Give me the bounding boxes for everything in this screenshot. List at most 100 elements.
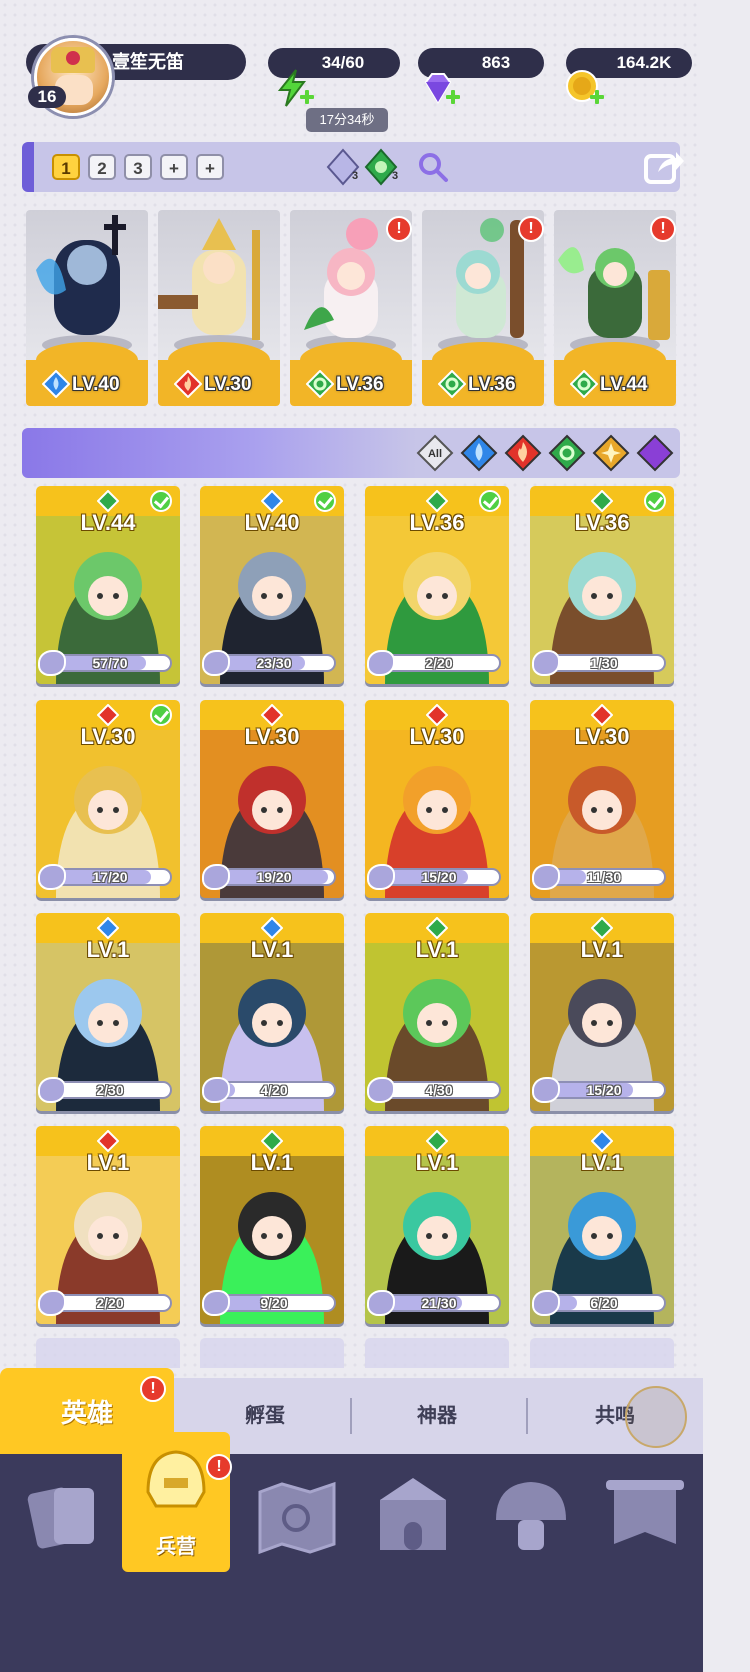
alert-badge: ! — [386, 216, 412, 242]
hero-level: LV.1 — [415, 937, 459, 962]
hero-card[interactable]: LV.36 1/30 — [530, 486, 674, 684]
search-icon[interactable] — [414, 148, 452, 186]
skill-b-count: 3 — [392, 170, 399, 182]
hero-card[interactable]: LV.1 9/20 — [200, 1126, 344, 1324]
tab-hatch[interactable]: 孵蛋 — [190, 1396, 340, 1436]
team-tab-1[interactable]: 1 — [52, 154, 80, 180]
selected-check-icon — [314, 490, 336, 512]
add-gems-icon[interactable] — [446, 90, 460, 104]
filter-water-icon[interactable] — [460, 434, 498, 472]
fire-element-icon — [174, 370, 202, 398]
share-icon[interactable] — [642, 148, 686, 186]
team-hero-card[interactable]: ★★★ LV.44 ! — [554, 210, 676, 406]
hero-card[interactable]: LV.1 2/30 — [36, 913, 180, 1111]
filter-dark-icon[interactable] — [636, 434, 674, 472]
hero-level: LV.36 — [574, 510, 630, 535]
fire-element-icon — [591, 704, 613, 726]
shard-icon — [38, 1290, 66, 1316]
hero-card[interactable]: LV.30 17/20 — [36, 700, 180, 898]
hero-card[interactable]: LV.1 6/20 — [530, 1126, 674, 1324]
filter-fire-icon[interactable] — [504, 434, 542, 472]
add-gold-icon[interactable] — [590, 90, 604, 104]
hero-level: LV.1 — [250, 937, 294, 962]
team-hero-card[interactable]: LV.30 — [158, 210, 280, 406]
shard-icon — [202, 1077, 230, 1103]
hero-card[interactable]: LV.40 23/30 — [200, 486, 344, 684]
add-energy-icon[interactable] — [300, 90, 314, 104]
team-bar: 1 2 3 + + 3 3 — [22, 142, 684, 192]
avatar-crown — [51, 47, 95, 73]
nature-element-icon — [261, 1130, 283, 1152]
nature-element-icon — [426, 1130, 448, 1152]
hero-card[interactable]: LV.44 57/70 — [36, 486, 180, 684]
filter-light-icon[interactable] — [592, 434, 630, 472]
tab-divider — [350, 1398, 352, 1434]
team-hero-card[interactable]: ★ LV.40 — [26, 210, 148, 406]
map-nav-icon[interactable] — [252, 1470, 342, 1560]
hero-level: LV.1 — [250, 1150, 294, 1175]
hero-level: LV.1 — [415, 1150, 459, 1175]
nature-element-icon — [570, 370, 598, 398]
team-tab-2[interactable]: 2 — [88, 154, 116, 180]
tab-heroes-alert: ! — [140, 1376, 166, 1402]
hero-card[interactable]: LV.30 15/20 — [365, 700, 509, 898]
nature-element-icon — [306, 370, 334, 398]
hero-level: LV.30 — [409, 724, 465, 749]
player-name: 壹笙无笛 — [112, 52, 184, 72]
tab-artifact[interactable]: 神器 — [362, 1396, 512, 1436]
hero-card[interactable]: LV.30 11/30 — [530, 700, 674, 898]
fire-element-icon — [261, 704, 283, 726]
water-element-icon — [261, 917, 283, 939]
selected-check-icon — [150, 704, 172, 726]
selected-check-icon — [644, 490, 666, 512]
team-tab-add-1[interactable]: + — [160, 154, 188, 180]
shard-icon — [38, 1077, 66, 1103]
filter-nature-icon[interactable] — [548, 434, 586, 472]
shard-icon — [367, 1290, 395, 1316]
element-filter-bar: All — [22, 428, 680, 478]
helmet-icon — [146, 1450, 206, 1508]
hero-level: LV.1 — [86, 1150, 130, 1175]
hero-card[interactable]: LV.36 2/20 — [365, 486, 509, 684]
hero-card[interactable]: LV.30 19/20 — [200, 700, 344, 898]
barracks-label: 兵营 — [156, 1536, 196, 1558]
shard-icon — [38, 864, 66, 890]
shard-icon — [532, 864, 560, 890]
team-tab-3[interactable]: 3 — [124, 154, 152, 180]
mushroom-nav-icon[interactable] — [486, 1470, 576, 1560]
shard-icon — [532, 1290, 560, 1316]
hero-card[interactable]: LV.1 21/30 — [365, 1126, 509, 1324]
hero-card[interactable]: LV.1 15/20 — [530, 913, 674, 1111]
shard-icon — [367, 650, 395, 676]
gold-value: 164.2K — [616, 53, 672, 72]
hero-level: LV.30 — [574, 724, 630, 749]
banner-nav-icon[interactable] — [600, 1470, 690, 1560]
shard-icon — [532, 1077, 560, 1103]
hero-level: LV.30 — [80, 724, 136, 749]
team-tab-add-2[interactable]: + — [196, 154, 224, 180]
team-hero-card[interactable]: LV.36 ! — [290, 210, 412, 406]
shard-icon — [532, 650, 560, 676]
hero-level: LV.1 — [580, 937, 624, 962]
water-element-icon — [591, 1130, 613, 1152]
skill-a-count: 3 — [352, 170, 359, 182]
hero-card[interactable]: LV.1 4/20 — [200, 913, 344, 1111]
shard-icon — [202, 650, 230, 676]
compass-icon[interactable] — [625, 1386, 687, 1448]
gems-value: 863 — [481, 53, 511, 72]
cards-nav-icon[interactable] — [18, 1470, 108, 1560]
hero-card[interactable]: LV.1 2/20 — [36, 1126, 180, 1324]
team-hero-card[interactable]: ★ LV.36 ! — [422, 210, 544, 406]
fire-element-icon — [97, 704, 119, 726]
nature-element-icon — [426, 490, 448, 512]
filter-all-icon[interactable]: All — [416, 434, 454, 472]
shard-icon — [367, 864, 395, 890]
nature-element-icon — [438, 370, 466, 398]
hero-card[interactable]: LV.1 4/30 — [365, 913, 509, 1111]
nature-element-icon — [426, 917, 448, 939]
energy-timer: 17分34秒 — [306, 108, 388, 132]
water-element-icon — [97, 917, 119, 939]
castle-nav-icon[interactable] — [368, 1470, 458, 1560]
energy-value: 34/60 — [321, 53, 365, 72]
hero-level: LV.40 — [72, 374, 120, 395]
